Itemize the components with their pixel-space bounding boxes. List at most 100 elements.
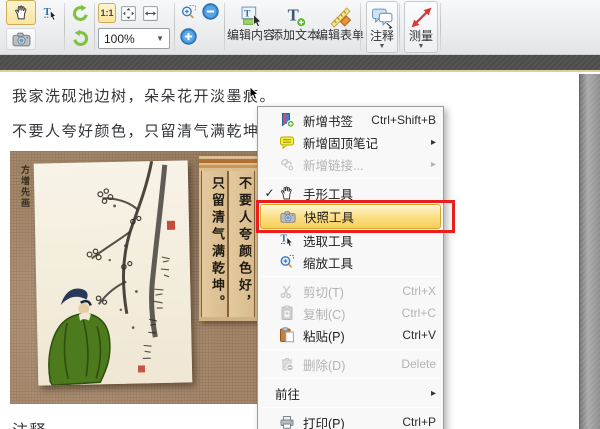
zoom-level-value: 100% [104, 32, 135, 46]
comment-label: 注释 [370, 29, 394, 43]
camera-icon [278, 208, 298, 225]
menu-item-shortcut: Ctrl+Shift+B [371, 113, 436, 127]
select-tool-button[interactable]: T [38, 1, 62, 25]
workspace-background [579, 74, 600, 429]
painting-image: 方增先画 [10, 151, 278, 404]
rotate-cw-icon [71, 4, 90, 23]
edit-content-button[interactable]: T 编辑内容 [228, 1, 274, 53]
couplet-line-left: 只留清气满乾坤。 [201, 171, 228, 317]
couplet-columns: 不要人夸颜色好，只留清气满乾坤。 [201, 171, 255, 317]
menu-item-new-note[interactable]: 新增固顶笔记▸ [258, 131, 443, 153]
zoom-in-icon [179, 27, 198, 46]
comment-icon [371, 5, 394, 29]
menu-item-label: 剪切(T) [303, 282, 344, 301]
annotation-heading: 注释 [12, 417, 47, 429]
measure-icon [410, 5, 433, 29]
edit-form-label: 编辑表单 [316, 28, 364, 42]
menu-item-new-bookmark[interactable]: 新增书签 Ctrl+Shift+B [258, 109, 443, 131]
marquee-zoom-button[interactable] [178, 2, 198, 22]
mouse-cursor [249, 86, 260, 107]
print-icon [277, 414, 297, 429]
toolbar-separator [174, 3, 175, 51]
edit-content-label: 编辑内容 [227, 28, 275, 42]
menu-item-hand-tool[interactable]: ✓ 手形工具 [258, 182, 443, 204]
edit-content-icon: T [240, 4, 263, 28]
hand-icon [13, 4, 30, 21]
snapshot-tool-button[interactable] [6, 28, 36, 50]
link-add-icon [277, 156, 297, 173]
menu-item-label: 打印(P) [303, 413, 345, 429]
toolbar-separator [94, 3, 95, 51]
menu-item-label: 前往 [275, 384, 300, 403]
menu-item-label: 粘贴(P) [303, 326, 345, 345]
bookmark-add-icon [277, 112, 297, 129]
poem-line-1: 我家洗砚池边树，朵朵花开淡墨痕。 [12, 85, 276, 106]
menu-item-shortcut: Ctrl+V [402, 328, 436, 342]
edit-form-button[interactable]: 编辑表单 [316, 1, 364, 53]
menu-item-label: 新增链接... [303, 155, 363, 174]
menu-separator [260, 349, 441, 350]
check-icon: ✓ [262, 186, 277, 200]
menu-separator [260, 407, 441, 408]
fit-width-button[interactable] [140, 3, 160, 23]
rotate-ccw-button[interactable] [68, 26, 92, 50]
menu-item-label: 缩放工具 [303, 253, 353, 272]
hand-tool-button[interactable] [6, 0, 36, 25]
select-icon: T [277, 232, 297, 249]
svg-text:T: T [43, 7, 50, 18]
zoom-out-button[interactable] [200, 1, 220, 21]
menu-item-new-link: 新增链接...▸ [258, 153, 443, 175]
menu-separator [260, 276, 441, 277]
toolbar-separator [399, 3, 400, 51]
submenu-arrow-icon: ▸ [431, 388, 436, 399]
menu-item-print[interactable]: 打印(P) Ctrl+P [258, 411, 443, 429]
menu-item-select-tool[interactable]: T选取工具 [258, 229, 443, 251]
comment-button[interactable]: 注释▼ [366, 1, 398, 53]
submenu-arrow-icon: ▸ [431, 137, 436, 148]
menu-item-shortcut: Ctrl+C [402, 306, 436, 320]
menu-item-snapshot-tool[interactable]: 快照工具 [260, 204, 441, 229]
zoom-level-combobox[interactable]: 100% ▼ [98, 28, 170, 49]
scissors-icon [277, 283, 297, 300]
menu-item-cut: 剪切(T) Ctrl+X [258, 280, 443, 302]
select-icon: T [42, 5, 59, 22]
artist-signature: 方增先画 [19, 165, 32, 209]
rotate-cw-button[interactable] [68, 1, 92, 25]
ribbon-bottom-band [0, 55, 600, 72]
actual-size-button[interactable]: 1:1 [98, 3, 116, 23]
add-text-icon: T [284, 4, 307, 28]
chevron-down-icon: ▼ [418, 43, 425, 51]
toolbar: T 1:1 100% ▼ T编辑内容T添加文本编辑表单注释▼测量▼ [0, 0, 600, 55]
actual-size-label: 1:1 [100, 8, 113, 18]
fit-width-icon [142, 5, 159, 22]
menu-item-shortcut: Ctrl+P [402, 415, 436, 429]
menu-item-label: 快照工具 [304, 207, 354, 226]
measure-button[interactable]: 测量▼ [404, 1, 438, 53]
menu-item-paste[interactable]: 粘贴(P) Ctrl+V [258, 324, 443, 346]
marquee-zoom-icon [180, 4, 197, 21]
toolbar-separator [64, 3, 65, 51]
toolbar-separator [360, 3, 361, 51]
fit-page-button[interactable] [118, 3, 138, 23]
toolbar-separator [224, 3, 225, 51]
zoom-in-button[interactable] [178, 26, 198, 46]
zoom-icon [277, 254, 297, 271]
svg-text:T: T [244, 9, 251, 19]
menu-item-label: 手形工具 [303, 184, 353, 203]
context-menu: 新增书签Ctrl+Shift+B新增固顶笔记▸新增链接...▸✓手形工具快照工具… [257, 106, 444, 429]
menu-item-copy: 复制(C) Ctrl+C [258, 302, 443, 324]
menu-separator [260, 178, 441, 179]
copy-icon [277, 305, 297, 322]
menu-item-shortcut: Ctrl+X [402, 284, 436, 298]
menu-item-label: 复制(C) [303, 304, 345, 323]
app-window: T 1:1 100% ▼ T编辑内容T添加文本编辑表单注释▼测量▼ 我家洗砚池边… [0, 0, 600, 429]
menu-item-goto[interactable]: 前往 ▸ [258, 382, 443, 404]
edit-form-icon [329, 4, 352, 28]
menu-separator [260, 378, 441, 379]
note-icon [277, 134, 297, 151]
rotate-ccw-icon [71, 29, 90, 48]
add-text-button[interactable]: T添加文本 [272, 1, 318, 53]
menu-item-label: 新增书签 [303, 111, 353, 130]
menu-item-shortcut: Delete [401, 357, 436, 371]
menu-item-zoom-tool[interactable]: 缩放工具 [258, 251, 443, 273]
